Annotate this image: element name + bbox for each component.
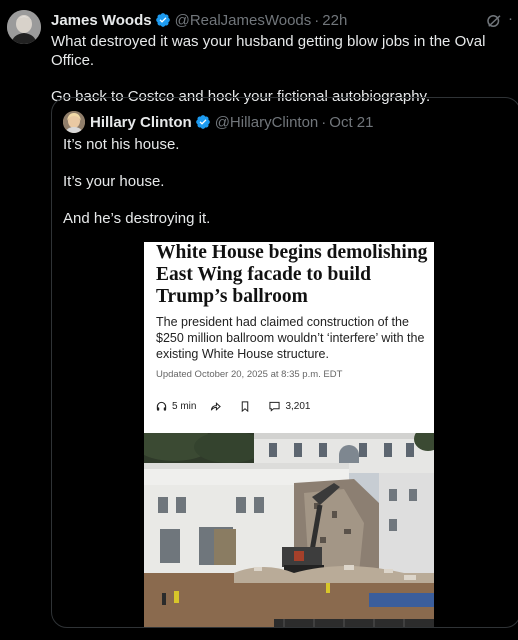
- avatar[interactable]: [7, 10, 41, 44]
- quoted-author-handle[interactable]: @HillaryClinton: [215, 114, 319, 131]
- verified-badge-icon: [195, 115, 210, 129]
- more-icon[interactable]: ·: [508, 10, 514, 27]
- quoted-timestamp[interactable]: Oct 21: [329, 114, 373, 131]
- headphones-icon: [156, 401, 167, 411]
- article-headline: White House begins demolishing East Wing…: [156, 242, 428, 307]
- author-name[interactable]: James Woods: [51, 12, 152, 29]
- quoted-paragraph: And he’s destroying it.: [63, 210, 211, 227]
- comments-button: 3,201: [269, 401, 310, 412]
- comment-icon: [269, 401, 281, 412]
- article-screenshot[interactable]: White House begins demolishing East Wing…: [144, 242, 434, 627]
- quoted-header: Hillary Clinton @HillaryClinton · Oct 21: [90, 111, 373, 133]
- read-time: 5 min: [172, 400, 197, 412]
- quoted-paragraph: It’s your house.: [63, 173, 165, 190]
- tweet-header: James Woods @RealJamesWoods · 22h: [51, 10, 347, 30]
- share-icon: [211, 401, 222, 411]
- article-toolbar: 5 min 3,201: [156, 399, 324, 413]
- quoted-avatar[interactable]: [63, 111, 85, 133]
- tweet-paragraph: What destroyed it was your husband getti…: [51, 33, 486, 69]
- bookmark-icon: [242, 400, 249, 412]
- listen-button: 5 min: [156, 401, 196, 412]
- share-button: [210, 401, 226, 412]
- bookmark-button: [240, 400, 255, 412]
- grok-icon[interactable]: [485, 12, 503, 30]
- timestamp[interactable]: 22h: [322, 12, 347, 29]
- quoted-text: It’s not his house. It’s your house. And…: [63, 135, 210, 228]
- article-photo: [144, 433, 434, 627]
- tweet-text: What destroyed it was your husband getti…: [51, 32, 513, 106]
- quoted-tweet[interactable]: Hillary Clinton @HillaryClinton · Oct 21…: [51, 97, 518, 628]
- article-updated: Updated October 20, 2025 at 8:35 p.m. ED…: [156, 369, 343, 380]
- verified-badge-icon: [155, 13, 170, 27]
- separator: ·: [321, 113, 327, 131]
- article-dek: The president had claimed construction o…: [156, 315, 425, 361]
- separator: ·: [314, 11, 320, 29]
- author-handle[interactable]: @RealJamesWoods: [175, 12, 312, 29]
- comment-count: 3,201: [285, 400, 311, 412]
- quoted-author-name[interactable]: Hillary Clinton: [90, 114, 192, 131]
- tweet[interactable]: James Woods @RealJamesWoods · 22h · What…: [0, 0, 518, 640]
- quoted-paragraph: It’s not his house.: [63, 136, 180, 153]
